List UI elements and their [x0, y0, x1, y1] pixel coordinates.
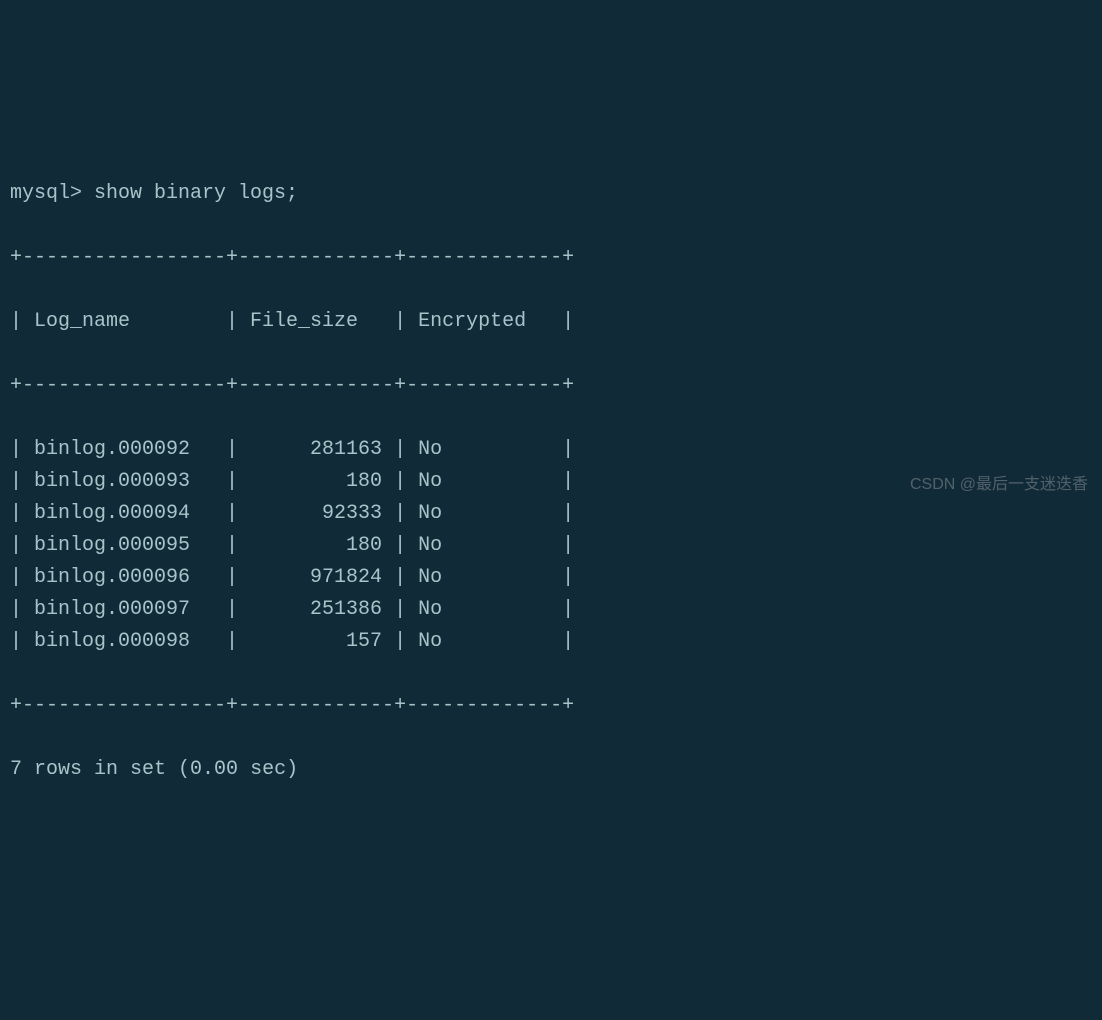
row-count: 7	[10, 758, 22, 781]
command-line: mysql> show binary logs;	[10, 178, 1092, 210]
table-border-mid: +-----------------+-------------+-------…	[10, 370, 1092, 402]
table-row: | binlog.000097 | 251386 | No |	[10, 594, 1092, 626]
table-row: | binlog.000094 | 92333 | No |	[10, 498, 1092, 530]
table-header-row: | Log_name | File_size | Encrypted |	[10, 306, 1092, 338]
table-body: | binlog.000092 | 281163 | No | | binlog.…	[10, 434, 1092, 658]
mysql-prompt: mysql>	[10, 182, 94, 205]
query-time: 0.00	[190, 758, 238, 781]
table-row: | binlog.000096 | 971824 | No |	[10, 562, 1092, 594]
table-row: | binlog.000092 | 281163 | No |	[10, 434, 1092, 466]
table-row: | binlog.000098 | 157 | No |	[10, 626, 1092, 658]
table-row: | binlog.000095 | 180 | No |	[10, 530, 1092, 562]
result-footer: 7 rows in set (0.00 sec)	[10, 754, 1092, 786]
table-border-top: +-----------------+-------------+-------…	[10, 242, 1092, 274]
watermark: CSDN @最后一支迷迭香	[910, 472, 1088, 498]
table-border-bottom: +-----------------+-------------+-------…	[10, 690, 1092, 722]
sql-command: show binary logs;	[94, 182, 298, 205]
